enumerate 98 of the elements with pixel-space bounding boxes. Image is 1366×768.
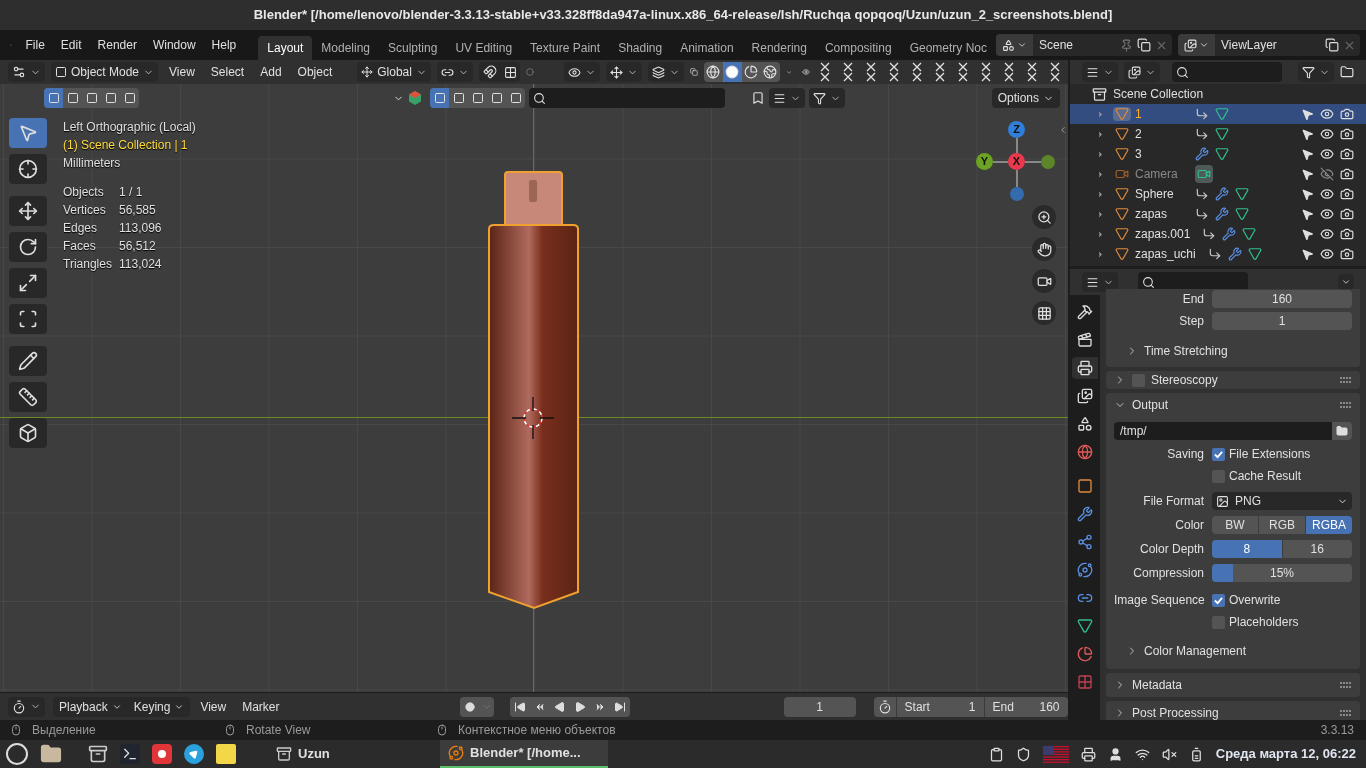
menu-dropdown[interactable]: Playback — [53, 696, 128, 717]
status-hint: Выделение — [32, 722, 96, 739]
menu-item[interactable]: View — [164, 63, 200, 81]
number-field[interactable]: 160 — [1212, 290, 1352, 308]
axis-label[interactable]: X — [1008, 153, 1025, 170]
taskbar-window[interactable]: Blender* [/home... — [440, 740, 608, 768]
stat-label: Triangles — [63, 256, 113, 273]
object-name: 3 — [1135, 146, 1143, 163]
scene-field[interactable]: Scene — [996, 34, 1172, 56]
field-label: Compression — [1132, 565, 1205, 582]
orientation-dropdown[interactable]: Global — [357, 62, 431, 82]
menu-item[interactable]: Object — [292, 63, 338, 81]
menu-item[interactable]: File — [17, 36, 53, 54]
window-title: Blender* [/home/lenovo/blender-3.3.13-stable+v33.328ff8da947a-linux.x86_64-release/Ish/Ruchqa qopqoq/Uzun/uzun_2_screenshots.blend] — [253, 6, 1113, 25]
stat-value: 1 / 1 — [119, 184, 144, 201]
options-dropdown[interactable]: Options — [991, 88, 1060, 108]
field-label: File Format — [1142, 493, 1205, 510]
end-frame-field[interactable]: End 160 — [983, 696, 1068, 717]
subpanel-header[interactable]: Time Stretching — [1144, 342, 1228, 360]
outliner-row[interactable]: 1 — [1070, 104, 1366, 124]
object-name: zapas — [1135, 206, 1169, 223]
stat-label: Objects — [63, 184, 105, 201]
object-name: 1 — [1135, 106, 1143, 123]
menu-item[interactable]: Select — [205, 63, 250, 81]
stat-value: 56,585 — [119, 202, 157, 219]
option-button[interactable]: 16 — [1282, 540, 1352, 558]
path-field[interactable]: /tmp/ — [1114, 422, 1332, 440]
clock[interactable]: Среда марта 12, 06:22 — [1215, 744, 1360, 764]
checkbox-label: File Extensions — [1229, 446, 1311, 463]
option-button[interactable]: BW — [1212, 516, 1258, 534]
stat-value: 113,096 — [119, 220, 163, 237]
number-field[interactable]: 1 — [1212, 312, 1352, 330]
outliner-item[interactable]: Scene Collection — [1113, 85, 1204, 103]
field-label: Image Sequence — [1114, 592, 1206, 609]
menu-item[interactable]: Add — [255, 63, 287, 81]
workspace-tab[interactable]: Rendering — [742, 36, 816, 60]
object-name: 2 — [1135, 126, 1143, 143]
stat-value: 113,024 — [119, 256, 163, 273]
object-name: Sphere — [1135, 186, 1175, 203]
outliner-row[interactable]: 3 — [1070, 144, 1366, 164]
field-label: Color — [1174, 517, 1205, 534]
panel-header[interactable]: Metadata — [1132, 676, 1183, 694]
compression-slider[interactable]: 15% — [1212, 564, 1352, 582]
menu-item[interactable]: View — [194, 697, 233, 716]
view-layer-field[interactable]: ViewLayer — [1178, 34, 1360, 56]
field-label: Color Depth — [1138, 541, 1205, 558]
taskbar-window[interactable]: Uzun — [268, 740, 428, 768]
stat-value: 56,512 — [119, 238, 157, 255]
outliner-row[interactable]: Sphere — [1070, 184, 1366, 204]
stat-label: Vertices — [63, 202, 107, 219]
panel-header[interactable]: Output — [1132, 396, 1169, 414]
menu-dropdown[interactable]: Keying — [127, 696, 191, 717]
workspace-tab[interactable]: Texture Paint — [521, 36, 610, 60]
menu-item[interactable]: Help — [203, 36, 245, 54]
option-button[interactable]: RGBA — [1306, 516, 1352, 534]
workspace-tab[interactable]: UV Editing — [446, 36, 522, 60]
version-label: 3.3.13 — [1320, 722, 1355, 739]
menu-item[interactable]: Edit — [52, 36, 90, 54]
checkbox-label: Placeholders — [1229, 614, 1299, 631]
object-name: zapas_uchi — [1135, 246, 1197, 263]
checkbox-label: Cache Result — [1229, 468, 1302, 485]
view-label: Left Orthographic (Local) — [63, 119, 196, 136]
workspace-tab[interactable]: Modeling — [312, 36, 379, 60]
outliner-row[interactable]: zapas — [1070, 204, 1366, 224]
workspace-tab[interactable]: Shading — [609, 36, 672, 60]
option-button[interactable]: 8 — [1212, 540, 1282, 558]
menu-item[interactable]: Marker — [236, 697, 286, 716]
outliner-row[interactable]: Camera — [1070, 164, 1366, 184]
workspace-tab[interactable]: Sculpting — [379, 36, 447, 60]
object-name: Camera — [1135, 166, 1179, 183]
status-hint: Контекстное меню объектов — [458, 722, 616, 739]
menu-item[interactable]: Window — [144, 36, 204, 54]
outliner-row[interactable]: 2 — [1070, 124, 1366, 144]
menu-item[interactable]: Render — [89, 36, 145, 54]
workspace-tab[interactable]: Geometry Noc — [900, 36, 996, 60]
start-frame-field[interactable]: Start 1 — [895, 696, 984, 717]
field-label: Step — [1178, 313, 1205, 330]
field-label: Saving — [1166, 446, 1205, 463]
current-frame-field[interactable]: 1 — [783, 696, 856, 717]
stat-label: Faces — [63, 238, 97, 255]
workspace-tab[interactable]: Compositing — [815, 36, 901, 60]
mode-dropdown[interactable]: Object Mode — [51, 62, 159, 82]
outliner-row[interactable]: zapas_uchi — [1070, 244, 1366, 264]
file-format-dropdown[interactable]: PNG — [1212, 492, 1352, 510]
units-label: Millimeters — [63, 155, 122, 172]
axis-label[interactable]: Z — [1008, 121, 1025, 138]
stat-label: Edges — [63, 220, 99, 237]
collection-label: (1) Scene Collection | 1 — [63, 137, 189, 154]
field-label: End — [1181, 291, 1205, 308]
axis-label[interactable]: Y — [976, 153, 993, 170]
subpanel-header[interactable]: Color Management — [1144, 642, 1247, 660]
option-button[interactable]: RGB — [1259, 516, 1305, 534]
workspace-tab[interactable]: Layout — [258, 36, 313, 60]
status-hint: Rotate View — [246, 722, 311, 739]
checkbox-label: Overwrite — [1229, 592, 1281, 609]
outliner-row[interactable]: zapas.001 — [1070, 224, 1366, 244]
object-name: zapas.001 — [1135, 226, 1192, 243]
workspace-tab[interactable]: Animation — [671, 36, 743, 60]
